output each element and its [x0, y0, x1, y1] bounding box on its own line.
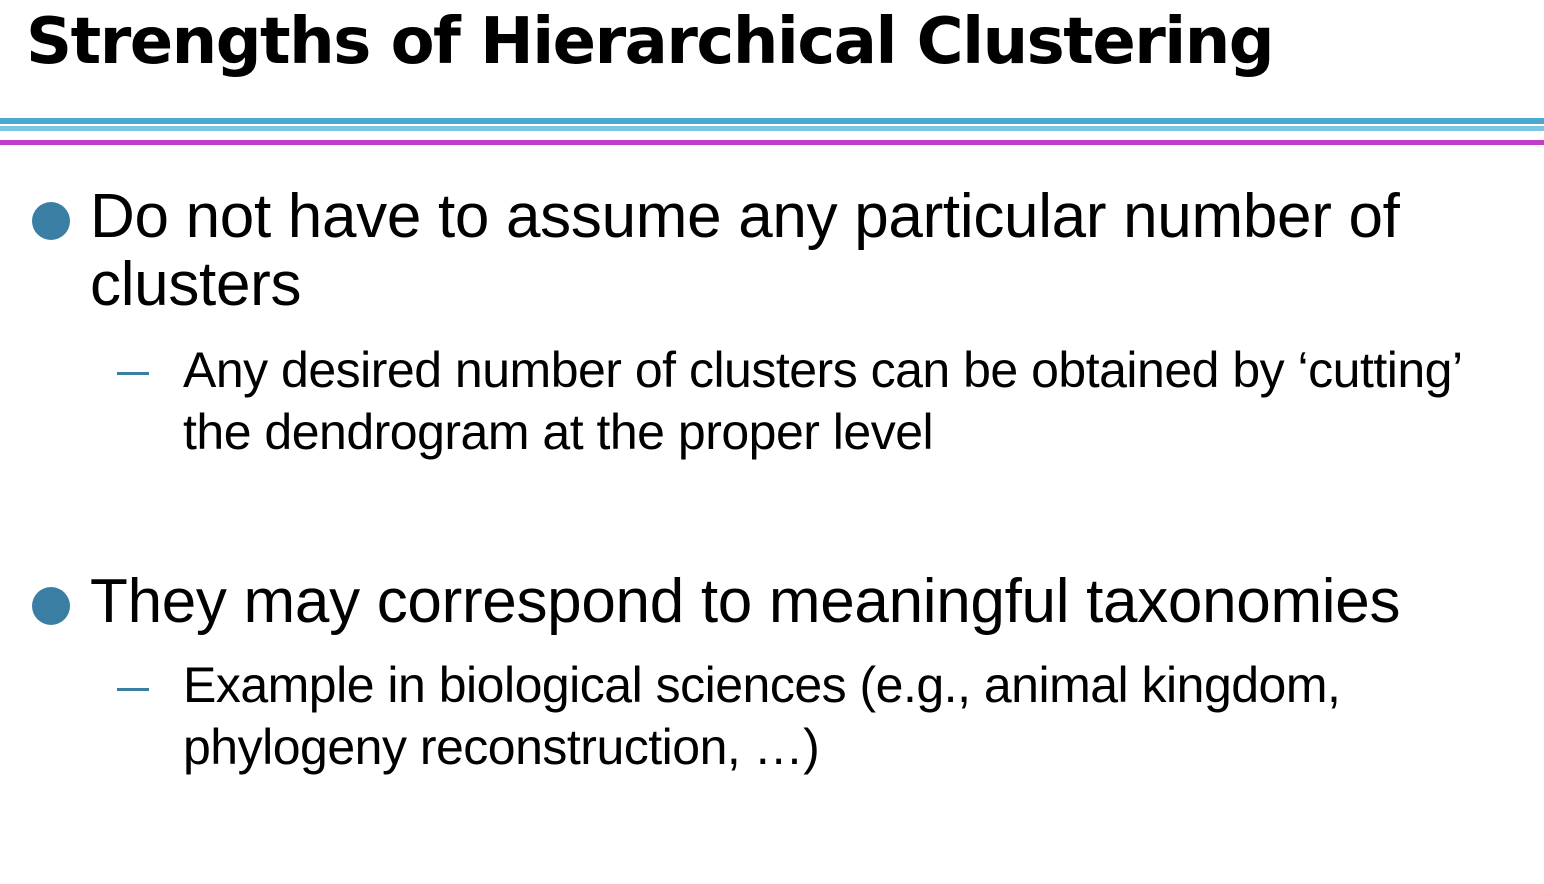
slide-title: Strengths of Hierarchical Clustering	[26, 5, 1275, 79]
bullet-text: They may correspond to meaningful taxono…	[90, 567, 1401, 636]
bullet-text: Do not have to assume any particular num…	[90, 182, 1400, 319]
title-rule-magenta	[0, 140, 1544, 145]
title-rule-blue	[0, 118, 1544, 124]
sub-bullet-dash	[117, 688, 149, 691]
title-rule-light-blue	[0, 126, 1544, 131]
bullet-dot	[32, 587, 70, 625]
sub-bullet-dash	[117, 372, 149, 375]
sub-bullet-text: Example in biological sciences (e.g., an…	[183, 657, 1341, 775]
sub-bullet-text: Any desired number of clusters can be ob…	[183, 342, 1461, 460]
bullet-dot	[32, 202, 70, 240]
slide: { "title": "Strengths of Hierarchical Cl…	[0, 0, 1544, 884]
